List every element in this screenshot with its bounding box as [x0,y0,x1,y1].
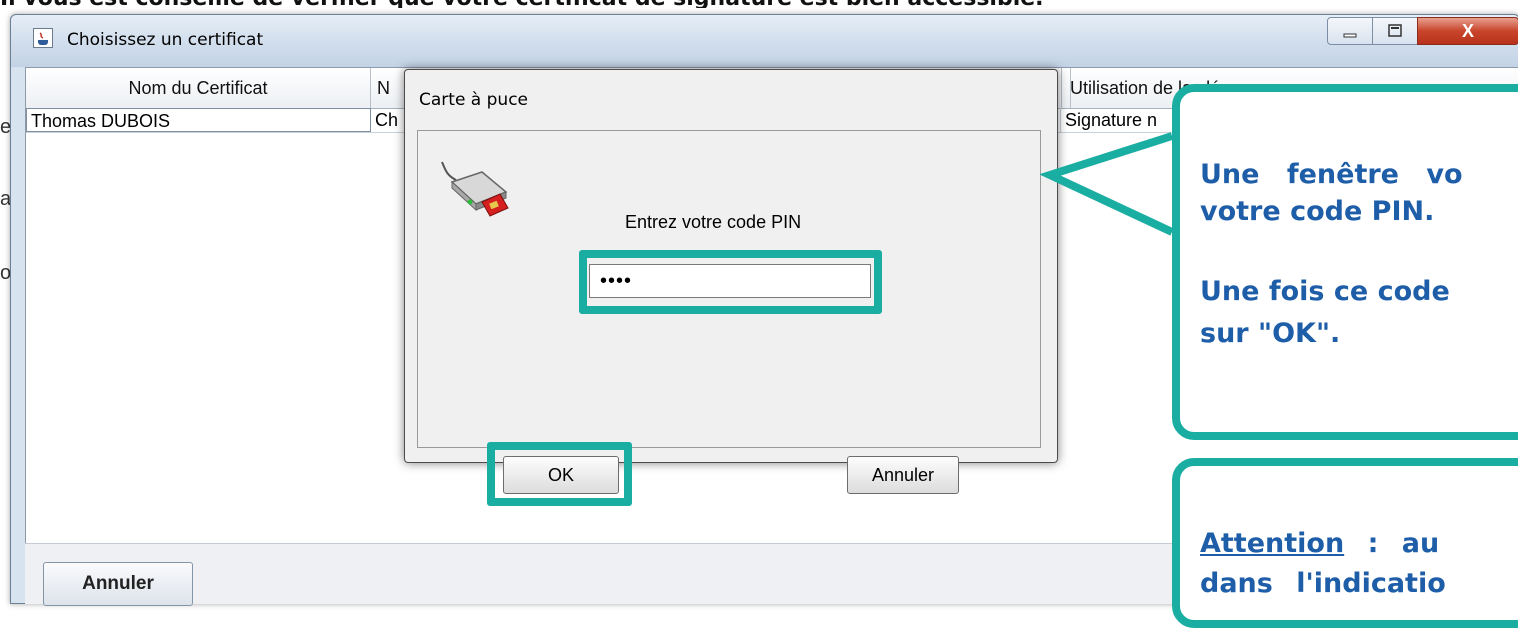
callout-instructions: Une fenêtre vo votre code PIN. Une fois … [1172,84,1518,440]
minimize-icon [1343,33,1357,38]
callout-line: Attention : au [1200,528,1439,559]
maximize-icon [1388,24,1402,37]
ok-button[interactable]: OK [503,456,619,494]
callout-line: Une fenêtre vo [1200,159,1463,190]
cancel-button[interactable]: Annuler [43,562,193,606]
maximize-button[interactable] [1372,17,1418,45]
cell-certificate-name[interactable]: Thomas DUBOIS [26,108,371,132]
warning-label: Attention [1200,528,1345,559]
window-title: Choisissez un certificat [67,30,264,50]
callout-line: Une fois ce code [1200,276,1450,307]
window-titlebar[interactable]: Choisissez un certificat X [11,15,1518,67]
background-heading: Il vous est conseillé de vérifier que vo… [0,0,1518,8]
column-header-name[interactable]: Nom du Certificat [26,68,371,108]
minimize-button[interactable] [1327,17,1373,45]
java-app-icon [33,28,53,48]
callout-line: sur "OK". [1200,318,1341,349]
callout-text: : au [1344,528,1440,559]
callout-line: votre code PIN. [1200,196,1435,227]
callout-pointer [1040,132,1174,236]
callout-line: dans l'indicatio [1200,568,1446,599]
dialog-cancel-button[interactable]: Annuler [847,456,959,494]
smart-card-reader-icon [434,158,514,233]
close-button[interactable]: X [1417,17,1518,45]
pin-input[interactable]: •••• [589,264,871,298]
dialog-title: Carte à puce [419,90,528,110]
callout-warning: Attention : au dans l'indicatio [1172,458,1518,628]
pin-prompt-label: Entrez votre code PIN [625,212,802,232]
